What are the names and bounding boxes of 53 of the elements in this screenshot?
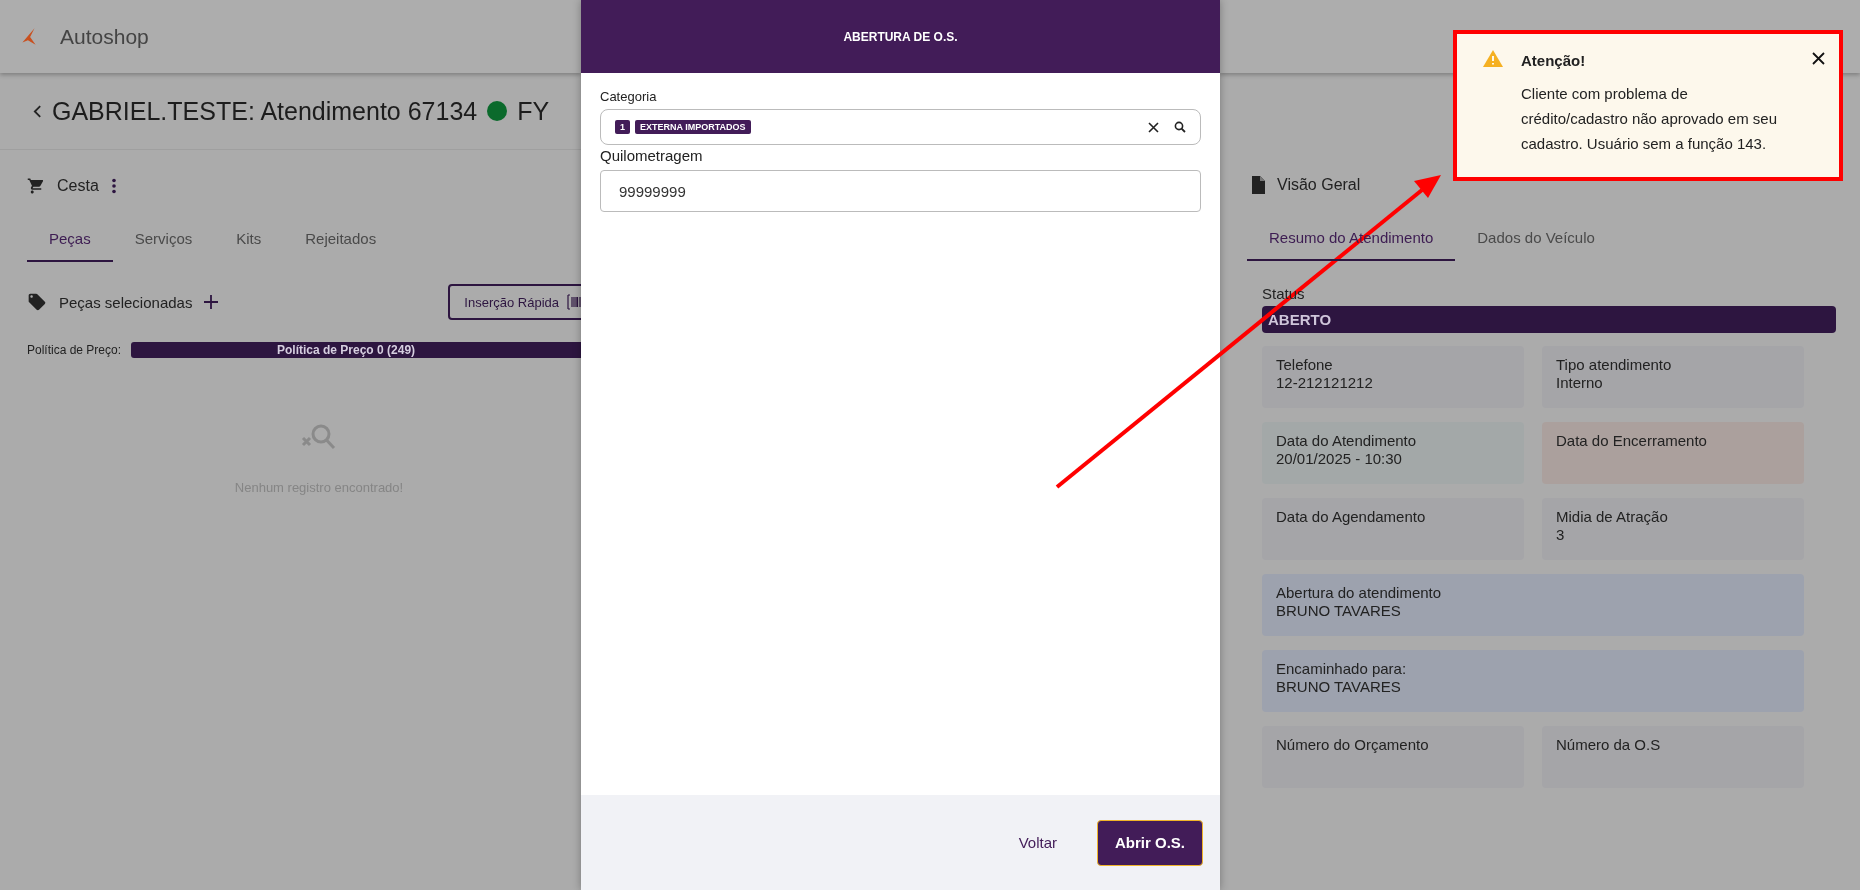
field-label: Categoria [600,89,658,104]
app-name: Autoshop [60,24,149,49]
status-badge: ABERTO [1262,306,1836,333]
card-value: BRUNO TAVARES [1276,678,1402,696]
tab[interactable]: Rejeitados [283,220,399,262]
category-chip: 1 [615,120,630,134]
status-dot [487,101,508,121]
tag-icon [27,292,47,312]
page-title: GABRIEL.TESTE: Atendimento 67134 [52,96,478,126]
price-policy-select[interactable]: Política de Preço 0 (249) [131,342,581,358]
dialog-title: ABERTURA DE O.S. [843,29,958,44]
search-icon[interactable] [1174,121,1186,133]
tab[interactable]: Kits [214,220,284,262]
mileage-input[interactable]: 99999999 [600,170,1201,212]
clear-icon[interactable] [1148,121,1159,133]
card-value: 12-212121212 [1276,374,1374,392]
card-label: Número da O.S [1556,736,1662,754]
page-title-tail: FY [517,96,550,126]
more-options-icon[interactable] [110,178,117,194]
card-label: Midia de Atração [1556,508,1669,526]
section-subtitle: Peças selecionadas [59,293,193,311]
add-icon[interactable] [204,295,219,309]
field-label: Política de Preço: [27,343,122,357]
cart-icon [27,177,45,195]
document-icon [1251,176,1265,194]
category-field[interactable]: 1 EXTERNA IMPORTADOS [600,109,1201,145]
tab[interactable]: Serviços [112,220,215,262]
card-value: BRUNO TAVARES [1276,602,1402,620]
tab[interactable]: Peças [27,220,113,262]
back-button[interactable] [33,104,42,118]
card-label: Abertura do atendimento [1276,584,1443,602]
card-label: Telefone [1276,356,1334,374]
card-value: 3 [1556,526,1566,544]
open-order-button[interactable]: Abrir O.S. [1097,819,1203,866]
barcode-icon [567,294,581,310]
card-label: Número do Orçamento [1276,736,1430,754]
card-label: Tipo atendimento [1556,356,1673,374]
card-label: Encaminhado para: [1276,660,1408,678]
card-value: 20/01/2025 - 10:30 [1276,450,1403,468]
field-label: Quilometragem [600,147,704,164]
close-icon[interactable] [1812,52,1825,65]
card-value: Interno [1556,374,1604,392]
card-label: Data do Encerramento [1556,432,1708,450]
section-title: Visão Geral [1277,176,1361,194]
tab[interactable]: Dados do Veículo [1455,219,1617,261]
section-title: Cesta [57,177,99,195]
card-label: Data do Agendamento [1276,508,1427,526]
toast-message: Cliente com problema de crédito/cadastro não aprovado em seu cadastro. Usuário sem a função 143. [1521,84,1778,154]
back-button[interactable]: Voltar [1012,833,1063,852]
card-label: Data do Atendimento [1276,432,1418,450]
category-chip: EXTERNA IMPORTADOS [635,120,751,134]
warning-icon [1483,50,1503,67]
toast-title: Atenção! [1521,52,1587,69]
